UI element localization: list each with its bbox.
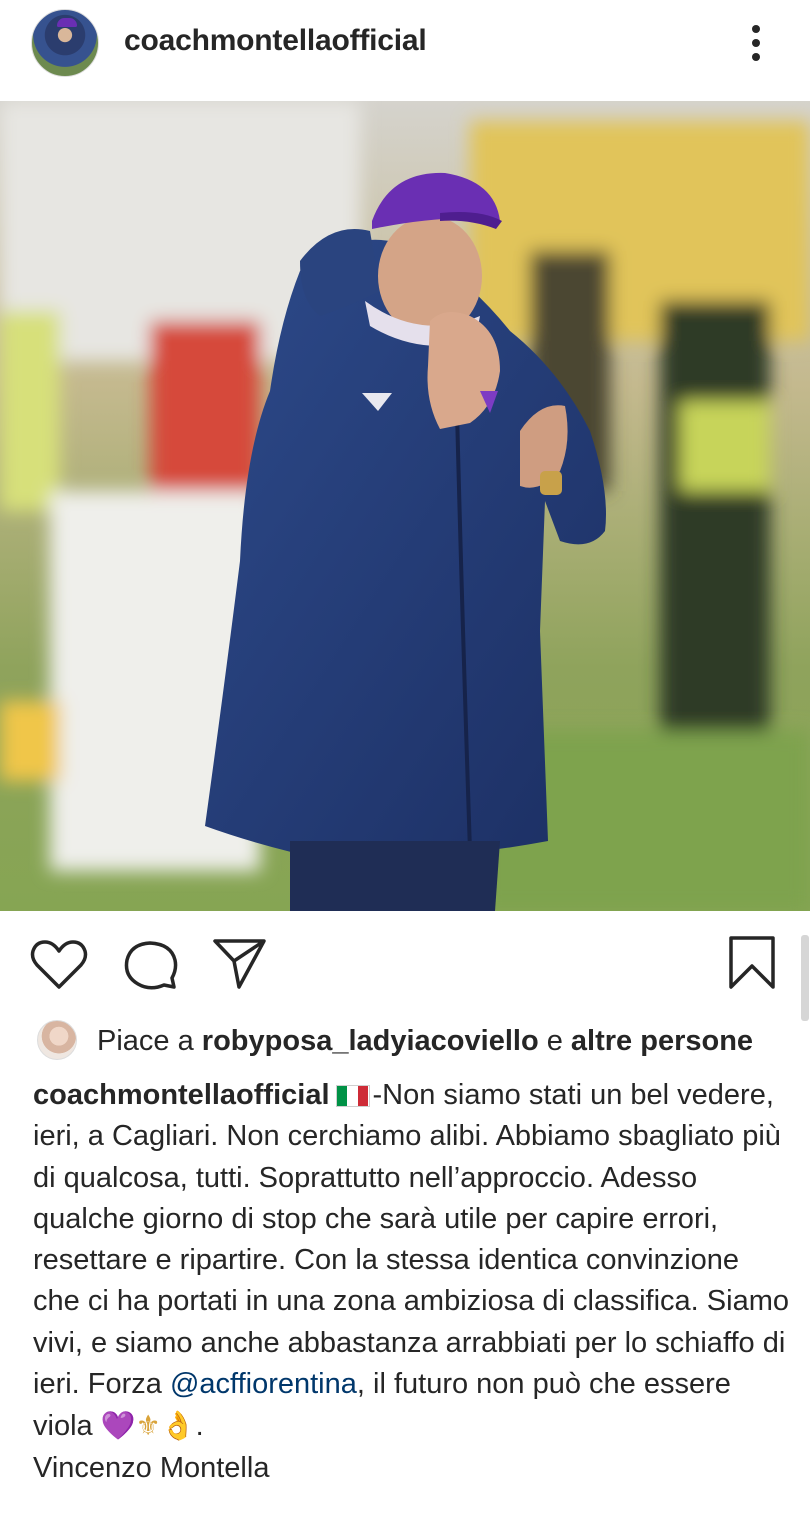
liker-username[interactable]: robyposa_ladyiacoviello — [202, 1025, 539, 1057]
ok-hand-icon: 👌 — [160, 1409, 196, 1443]
profile-avatar[interactable] — [31, 9, 99, 77]
likes-joiner: e — [546, 1025, 563, 1057]
more-vertical-icon[interactable] — [745, 22, 767, 64]
post-username[interactable]: coachmontellaofficial — [124, 24, 427, 58]
likes-others-link[interactable]: altre persone — [571, 1025, 753, 1057]
post-photo[interactable] — [0, 101, 810, 911]
purple-heart-icon: 💜 — [100, 1409, 136, 1443]
scrollbar-thumb[interactable] — [801, 935, 809, 1021]
share-icon[interactable] — [212, 937, 268, 991]
caption-username[interactable]: coachmontellaofficial — [33, 1079, 330, 1111]
post-caption: coachmontellaofficial -Non siamo stati un… — [33, 1075, 793, 1489]
comment-icon[interactable] — [122, 939, 178, 991]
likes-prefix: Piace a — [97, 1025, 194, 1057]
likes-row[interactable]: Piace a robyposa_ladyiacoviello e altre … — [0, 1018, 810, 1064]
fleur-de-lis-icon: ⚜ — [135, 1409, 161, 1443]
caption-signature: Vincenzo Montella — [33, 1451, 270, 1484]
post-photo-illustration — [0, 101, 810, 911]
italy-flag-icon — [335, 1085, 370, 1107]
heart-icon[interactable] — [30, 939, 88, 991]
bookmark-icon[interactable] — [727, 935, 777, 991]
post-header: coachmontellaofficial — [0, 0, 810, 100]
caption-end-punct: . — [195, 1410, 204, 1443]
post-actions-bar — [0, 911, 810, 1011]
liker-avatar[interactable] — [37, 1020, 77, 1060]
likes-summary: Piace a robyposa_ladyiacoviello e altre … — [97, 1025, 753, 1058]
caption-text: -Non siamo stati un bel vedere, ieri, a … — [33, 1079, 789, 1401]
caption-mention[interactable]: @acffiorentina — [170, 1368, 357, 1400]
